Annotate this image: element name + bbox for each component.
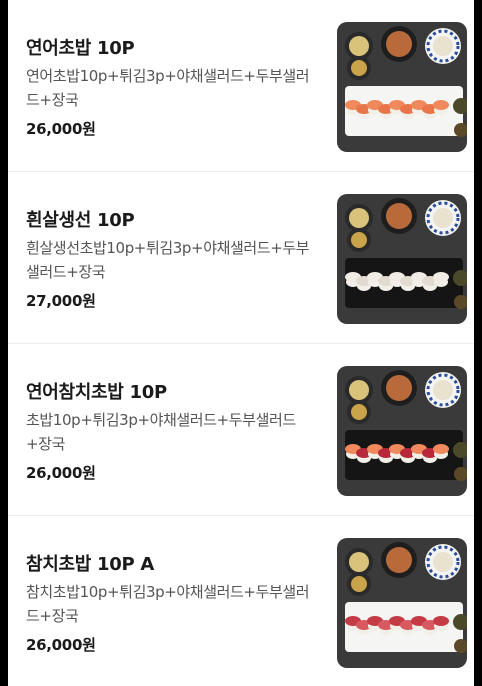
menu-item-name: 연어초밥 10P: [26, 38, 135, 59]
menu-item-white-fish[interactable]: 흰살생선 10P 흰살생선초밥10p+튀김3p+야채샐러드+두부샐러드+장국 2…: [8, 172, 474, 344]
menu-item-photo: [337, 22, 467, 152]
menu-item-description: 참치초밥10p+튀김3p+야채샐러드+두부샐러드+장국: [26, 583, 310, 625]
menu-item-name: 참치초밥 10P A: [26, 554, 154, 575]
menu-item-description: 초밥10p+튀김3p+야채샐러드+두부샐러드+장국: [26, 411, 296, 453]
menu-item-photo: [337, 538, 467, 668]
menu-item-price: 27,000원: [26, 292, 96, 310]
menu-item-description: 연어초밥10p+튀김3p+야채샐러드+두부샐러드+장국: [26, 67, 310, 109]
menu-item-salmon-sushi[interactable]: 연어초밥 10P 연어초밥10p+튀김3p+야채샐러드+두부샐러드+장국 26,…: [8, 0, 474, 172]
menu-item-photo: [337, 366, 467, 496]
menu-item-price: 26,000원: [26, 120, 96, 138]
menu-item-salmon-tuna-sushi[interactable]: 연어참치초밥 10P 초밥10p+튀김3p+야채샐러드+두부샐러드+장국 26,…: [8, 344, 474, 516]
menu-item-price: 26,000원: [26, 464, 96, 482]
menu-item-description: 흰살생선초밥10p+튀김3p+야채샐러드+두부샐러드+장국: [26, 239, 310, 281]
menu-item-price: 26,000원: [26, 636, 96, 654]
menu-item-name: 흰살생선 10P: [26, 210, 135, 231]
menu-item-name: 연어참치초밥 10P: [26, 382, 167, 403]
menu-list: 연어초밥 10P 연어초밥10p+튀김3p+야채샐러드+두부샐러드+장국 26,…: [8, 0, 474, 686]
menu-item-tuna-sushi[interactable]: 참치초밥 10P A 참치초밥10p+튀김3p+야채샐러드+두부샐러드+장국 2…: [8, 516, 474, 686]
menu-item-photo: [337, 194, 467, 324]
